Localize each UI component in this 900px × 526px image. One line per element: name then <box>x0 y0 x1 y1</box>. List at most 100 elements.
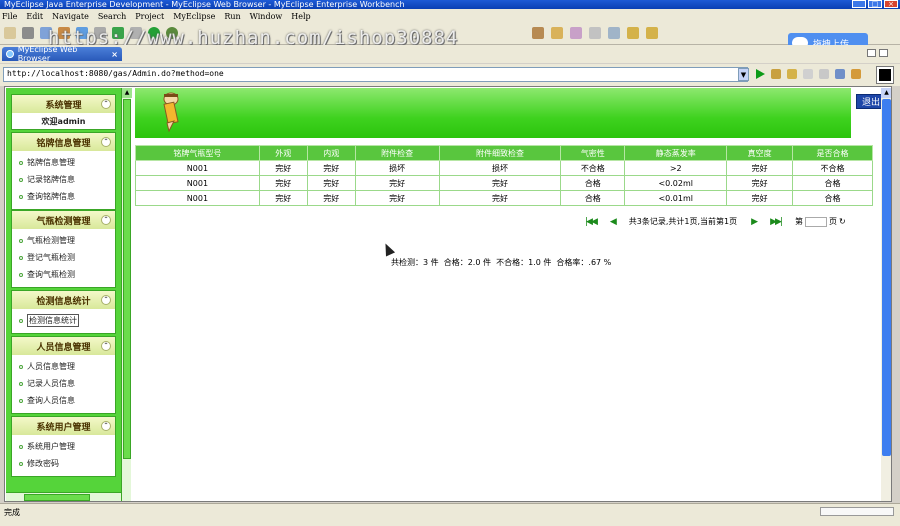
first-page-icon[interactable]: |◀◀ <box>585 217 598 227</box>
collapse-icon[interactable]: ⌃ <box>101 137 111 147</box>
url-input[interactable]: http://localhost:8080/gas/Admin.do?metho… <box>3 67 748 82</box>
sidebar-item-personnel-manage[interactable]: 人员信息管理 <box>12 358 115 375</box>
sidebar-item-nameplate-record[interactable]: 记录铭牌信息 <box>12 171 115 188</box>
menu-run[interactable]: Run <box>224 12 240 21</box>
menu-project[interactable]: Project <box>135 12 164 21</box>
menu-edit[interactable]: Edit <box>26 12 43 21</box>
annotation-icon[interactable] <box>570 27 582 39</box>
scroll-thumb[interactable] <box>24 494 90 501</box>
bullet-icon <box>19 381 23 386</box>
menu-search[interactable]: Search <box>98 12 126 21</box>
sidebar-item-label: 铭牌信息管理 <box>27 158 75 167</box>
section-system-header[interactable]: 系统管理 ⌃ <box>12 95 115 113</box>
stop-icon[interactable] <box>819 69 829 79</box>
bullet-icon <box>19 238 23 243</box>
table-cell: 完好 <box>306 160 356 176</box>
sidebar-item-users-manage[interactable]: 系统用户管理 <box>12 438 115 455</box>
sidebar-vertical-scrollbar[interactable]: ▲ <box>121 88 132 501</box>
package-icon[interactable] <box>532 27 544 39</box>
sidebar-item-nameplate-query[interactable]: 查询铭牌信息 <box>12 188 115 205</box>
collapse-icon[interactable]: ⌃ <box>101 341 111 351</box>
pencil-mascot-icon <box>163 92 179 132</box>
section-personnel-header[interactable]: 人员信息管理 ⌃ <box>12 337 115 355</box>
menu-myeclipse[interactable]: MyEclipse <box>173 12 215 21</box>
new-icon[interactable] <box>4 27 16 39</box>
menu-file[interactable]: File <box>2 12 17 21</box>
section-nameplate-header[interactable]: 铭牌信息管理 ⌃ <box>12 133 115 151</box>
menu-window[interactable]: Window <box>250 12 283 21</box>
home-icon[interactable] <box>835 69 845 79</box>
collapse-icon[interactable]: ⌃ <box>101 295 111 305</box>
outline-icon[interactable] <box>608 27 620 39</box>
page-number-input[interactable] <box>804 216 827 227</box>
section-statistics-header[interactable]: 检测信息统计 ⌃ <box>12 291 115 309</box>
sidebar-item-inspection-query[interactable]: 查询气瓶检测 <box>12 266 115 283</box>
column-header: 铭牌气瓶型号 <box>135 145 260 161</box>
scroll-thumb[interactable] <box>123 99 131 459</box>
collapse-icon[interactable]: ⌃ <box>101 421 111 431</box>
sidebar-item-nameplate-manage[interactable]: 铭牌信息管理 <box>12 154 115 171</box>
window-title: MyEclipse Java Enterprise Development - … <box>4 0 405 9</box>
table-cell: 完好 <box>258 160 308 176</box>
go-page-icon[interactable]: ↻ <box>839 217 846 226</box>
window-titlebar: MyEclipse Java Enterprise Development - … <box>0 0 900 9</box>
scroll-up-icon[interactable]: ▲ <box>881 88 891 98</box>
section-inspection: 气瓶检测管理 ⌃ 气瓶检测管理 登记气瓶检测 查询气瓶检测 <box>11 210 116 288</box>
table-cell: 完好 <box>258 175 308 191</box>
search-icon[interactable] <box>589 27 601 39</box>
forward-arrow-icon[interactable] <box>646 27 658 39</box>
table-cell: 完好 <box>726 190 794 206</box>
sidebar-item-statistics[interactable]: 检测信息统计 <box>12 312 115 329</box>
table-cell: 完好 <box>438 175 562 191</box>
menu-navigate[interactable]: Navigate <box>52 12 89 21</box>
table-cell: 合格 <box>560 175 626 191</box>
go-icon[interactable] <box>756 69 765 79</box>
sidebar-item-label: 查询铭牌信息 <box>27 192 75 201</box>
refresh-icon[interactable] <box>851 69 861 79</box>
sidebar-item-personnel-query[interactable]: 查询人员信息 <box>12 392 115 409</box>
collapse-icon[interactable]: ⌃ <box>101 215 111 225</box>
prev-page-icon[interactable]: ◀ <box>610 217 617 227</box>
close-button[interactable]: × <box>884 0 898 8</box>
section-personnel: 人员信息管理 ⌃ 人员信息管理 记录人员信息 查询人员信息 <box>11 336 116 414</box>
table-row: N001 完好 完好 完好 完好 合格 <0.01ml 完好 合格 <box>135 190 873 206</box>
tab-web-browser[interactable]: MyEclipse Web Browser × <box>2 45 122 63</box>
tab-close-icon[interactable]: × <box>111 50 118 59</box>
sidebar-item-inspection-register[interactable]: 登记气瓶检测 <box>12 249 115 266</box>
sidebar-item-label: 系统用户管理 <box>27 442 75 451</box>
section-users-title: 系统用户管理 <box>36 422 91 433</box>
table-cell: N001 <box>135 175 260 191</box>
section-users-header[interactable]: 系统用户管理 ⌃ <box>12 417 115 435</box>
minimize-button[interactable]: _ <box>852 0 866 8</box>
column-header: 是否合格 <box>792 145 873 161</box>
editor-tab-row: MyEclipse Web Browser × <box>0 45 900 63</box>
section-inspection-header[interactable]: 气瓶检测管理 ⌃ <box>12 211 115 229</box>
sidebar-item-personnel-record[interactable]: 记录人员信息 <box>12 375 115 392</box>
next-page-icon[interactable]: ▶ <box>751 217 758 227</box>
window-controls: _ □ × <box>852 0 898 8</box>
sidebar-horizontal-scrollbar[interactable] <box>6 492 122 501</box>
sidebar-item-change-password[interactable]: 修改密码 <box>12 455 115 472</box>
last-page-icon[interactable]: ▶▶| <box>770 217 783 227</box>
bookmark-icon[interactable] <box>771 69 781 79</box>
section-statistics-title: 检测信息统计 <box>36 296 91 307</box>
collapse-icon[interactable]: ⌃ <box>101 99 111 109</box>
url-dropdown-button[interactable]: ▼ <box>738 68 749 81</box>
table-cell: >2 <box>624 160 728 176</box>
sidebar-item-inspection-manage[interactable]: 气瓶检测管理 <box>12 232 115 249</box>
scroll-up-icon[interactable]: ▲ <box>122 88 132 98</box>
pencil-icon[interactable] <box>551 27 563 39</box>
forward-icon[interactable] <box>803 69 813 79</box>
minimize-view-icon[interactable] <box>867 49 876 57</box>
table-cell: 完好 <box>726 175 794 191</box>
page-vertical-scrollbar[interactable]: ▲ <box>881 88 891 501</box>
back-arrow-icon[interactable] <box>627 27 639 39</box>
back-icon[interactable] <box>787 69 797 79</box>
menu-help[interactable]: Help <box>291 12 310 21</box>
maximize-view-icon[interactable] <box>879 49 888 57</box>
table-cell: N001 <box>135 160 260 176</box>
maximize-button[interactable]: □ <box>868 0 882 8</box>
scroll-thumb[interactable] <box>882 99 891 456</box>
status-bar: 完成 <box>0 503 900 526</box>
save-icon[interactable] <box>22 27 34 39</box>
